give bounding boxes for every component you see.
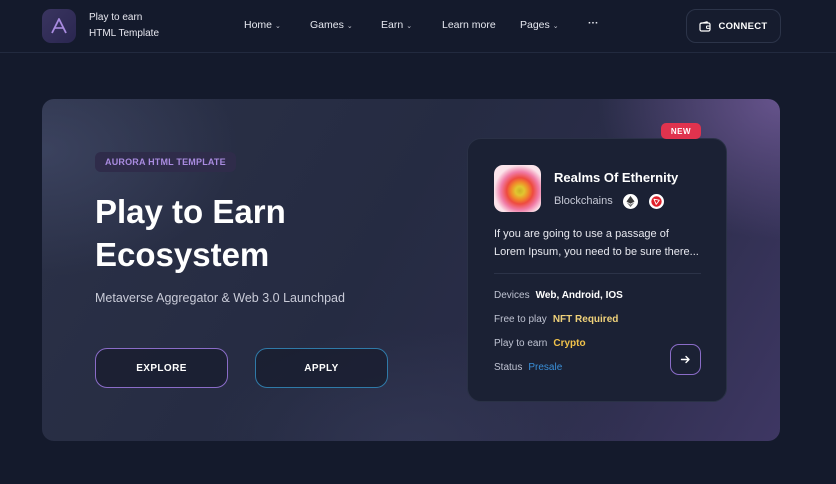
nav-item-home[interactable]: Home ⌄ (244, 19, 281, 31)
row-value: Crypto (553, 338, 586, 349)
status-value: Presale (528, 362, 563, 373)
hero-subtitle: Metaverse Aggregator & Web 3.0 Launchpad (95, 291, 345, 305)
tron-icon (649, 194, 664, 209)
new-badge: NEW (661, 123, 701, 139)
connect-label: CONNECT (718, 20, 768, 32)
nav-item-label: Earn (381, 19, 404, 31)
card-divider (494, 273, 701, 274)
connect-wallet-button[interactable]: CONNECT (686, 9, 781, 43)
more-menu-button[interactable]: ··· (588, 17, 599, 29)
brand-line-2: HTML Template (89, 28, 160, 39)
nav-item-label: Games (310, 19, 344, 31)
game-description: If you are going to use a passage of Lor… (494, 225, 704, 261)
hero-title-line-1: Play to Earn (95, 193, 286, 230)
chevron-down-icon: ⌄ (275, 22, 281, 30)
blockchains-label: Blockchains (554, 195, 613, 207)
row-value: Web, Android, IOS (535, 290, 623, 301)
game-description-line-1: If you are going to use a passage of (494, 228, 669, 240)
nav-item-label: Pages (520, 19, 550, 31)
status-row: Status Presale (494, 362, 562, 373)
chevron-down-icon: ⌄ (346, 22, 353, 30)
game-thumbnail[interactable] (494, 165, 541, 212)
row-label: Status (494, 362, 523, 373)
hero-title: Play to Earn Ecosystem (95, 190, 395, 276)
game-title[interactable]: Realms Of Ethernity (554, 170, 678, 185)
wallet-icon (699, 20, 712, 32)
aurora-logo-icon (51, 18, 67, 34)
explore-button[interactable]: EXPLORE (95, 348, 228, 388)
logo[interactable] (42, 9, 76, 43)
game-description-line-2: Lorem Ipsum, you need to be sure there..… (494, 246, 699, 258)
row-value: NFT Required (552, 314, 619, 325)
nav-item-earn[interactable]: Earn ⌄ (381, 19, 412, 31)
brand-line-1: Play to earn (89, 12, 143, 23)
ethereum-icon (623, 194, 638, 209)
row-label: Free to play (494, 314, 547, 325)
nav-item-label: Home (244, 19, 273, 31)
nav-item-learn-more[interactable]: Learn more (442, 19, 496, 31)
apply-button[interactable]: APPLY (255, 348, 388, 388)
template-tag: AURORA HTML TEMPLATE (95, 152, 236, 172)
hero-title-line-2: Ecosystem (95, 236, 270, 273)
row-label: Devices (494, 290, 530, 301)
chevron-down-icon: ⌄ (406, 22, 413, 30)
open-game-button[interactable] (670, 344, 701, 375)
free-to-play-row: Free to play NFT Required (494, 314, 618, 325)
arrow-right-icon (680, 355, 690, 364)
nav-item-pages[interactable]: Pages ⌄ (520, 19, 559, 31)
row-label: Play to earn (494, 338, 548, 349)
devices-row: Devices Web, Android, IOS (494, 290, 623, 301)
chevron-down-icon: ⌄ (552, 22, 559, 30)
nav-item-label: Learn more (442, 19, 496, 31)
nav-item-games[interactable]: Games ⌄ (310, 19, 353, 31)
brand-name: Play to earn HTML Template (89, 10, 159, 42)
play-to-earn-row: Play to earn Crypto (494, 338, 586, 349)
more-dots-icon: ··· (588, 17, 599, 29)
site-header: Play to earn HTML Template Home ⌄ Games ⌄ … (0, 0, 836, 53)
